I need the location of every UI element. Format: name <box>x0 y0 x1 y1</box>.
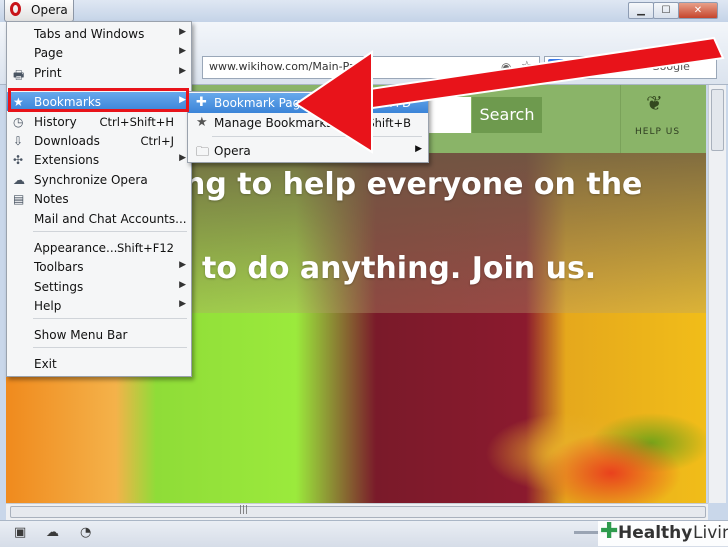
menu-separator <box>33 347 187 348</box>
menu-item-appearance[interactable]: Appearance... Shift+F12 <box>7 238 191 257</box>
rss-icon[interactable]: ◉ <box>501 60 511 74</box>
chevron-right-icon: ▶ <box>179 260 186 270</box>
site-search-button[interactable]: Search <box>472 97 542 133</box>
chevron-right-icon: ▶ <box>179 46 186 56</box>
menu-separator <box>33 318 187 319</box>
horizontal-scroll-thumb[interactable]: ||| <box>10 505 706 518</box>
menu-item-notes[interactable]: ▤ Notes <box>7 189 191 208</box>
chevron-right-icon: ▶ <box>415 144 422 154</box>
vertical-scroll-thumb[interactable] <box>711 89 724 151</box>
header-divider <box>620 85 621 153</box>
chevron-right-icon: ▶ <box>179 280 186 290</box>
sync-cloud-icon[interactable]: ☁ <box>46 525 59 540</box>
watermark: ✚ Healthy Living <box>598 519 728 546</box>
menu-separator <box>212 136 422 137</box>
help-us-link[interactable]: HELP US <box>635 127 680 137</box>
menu-item-downloads[interactable]: ⇩ Downloads Ctrl+J <box>7 131 191 150</box>
google-icon[interactable]: g <box>548 59 564 75</box>
address-bar[interactable]: www.wikihow.com/Main-Page ◉ ☆ <box>202 56 540 79</box>
menu-item-page[interactable]: Page ▶ <box>7 43 191 62</box>
cloud-icon: ☁ <box>13 173 25 187</box>
cross-icon: ✚ <box>600 519 619 544</box>
watermark-brand-2: Living <box>693 523 728 543</box>
highlight-box <box>8 88 189 112</box>
close-button[interactable]: ✕ <box>678 2 718 19</box>
sprout-icon[interactable]: ❦ <box>646 91 663 115</box>
menu-item-help[interactable]: Help ▶ <box>7 296 191 315</box>
menu-item-history[interactable]: ◷ History Ctrl+Shift+H <box>7 112 191 131</box>
menu-item-tabs-and-windows[interactable]: Tabs and Windows ▶ <box>7 24 191 43</box>
note-icon: ▤ <box>13 192 25 206</box>
menu-item-extensions[interactable]: ✣ Extensions ▶ <box>7 150 191 169</box>
menu-item-manage-bookmarks[interactable]: ★ Manage Bookmarks... Ctrl+Shift+B <box>188 113 428 133</box>
menu-item-toolbars[interactable]: Toolbars ▶ <box>7 257 191 276</box>
chevron-right-icon: ▶ <box>179 66 186 76</box>
plus-icon: ✚ <box>196 95 207 110</box>
folder-icon: 🗀 <box>196 145 210 160</box>
star-icon: ★ <box>196 115 208 130</box>
download-icon: ⇩ <box>13 134 24 148</box>
minimize-button[interactable]: ▁ <box>628 2 654 19</box>
menu-item-bookmark-page[interactable]: ✚ Bookmark Page... Ctrl+D <box>188 93 428 113</box>
chevron-right-icon: ▶ <box>179 299 186 309</box>
menu-item-opera-folder[interactable]: 🗀 Opera ▶ <box>188 141 428 161</box>
puzzle-icon: ✣ <box>13 153 24 167</box>
menu-item-synchronize-opera[interactable]: ☁ Synchronize Opera <box>7 170 191 189</box>
opera-menu-label: Opera <box>31 3 68 17</box>
bookmarks-submenu: ✚ Bookmark Page... Ctrl+D ★ Manage Bookm… <box>187 91 429 163</box>
speed-dial-icon[interactable]: ◔ <box>80 525 91 540</box>
address-url: www.wikihow.com/Main-Page <box>209 60 370 73</box>
clock-icon: ◷ <box>13 115 24 129</box>
title-bar <box>0 0 728 23</box>
chevron-right-icon: ▶ <box>179 153 186 163</box>
bookmark-star-icon[interactable]: ☆ <box>521 59 533 74</box>
opera-logo-icon <box>10 2 21 16</box>
maximize-button[interactable]: ☐ <box>653 2 679 19</box>
hero-text-line-1: ng to help everyone on the <box>184 167 643 202</box>
opera-main-menu: Tabs and Windows ▶ Page ▶ 🖶 Print ▶ ★ Bo… <box>6 21 192 377</box>
menu-item-mail-and-chat[interactable]: Mail and Chat Accounts... <box>7 209 191 228</box>
menu-item-settings[interactable]: Settings ▶ <box>7 277 191 296</box>
menu-separator <box>33 231 187 232</box>
panel-toggle-icon[interactable]: ▣ <box>14 525 26 540</box>
menu-item-show-menu-bar[interactable]: Show Menu Bar <box>7 325 191 344</box>
opera-menu-button[interactable]: Opera <box>4 0 74 22</box>
chevron-right-icon: ▶ <box>179 27 186 37</box>
watermark-brand: Healthy <box>618 523 693 543</box>
printer-icon: 🖶 <box>13 68 25 82</box>
menu-item-exit[interactable]: Exit <box>7 354 191 373</box>
vertical-scrollbar[interactable] <box>708 85 726 503</box>
search-placeholder: Search with Google <box>583 60 690 73</box>
hero-text-line-2: to do anything. Join us. <box>202 251 597 286</box>
chevron-down-icon[interactable]: ▼ <box>569 60 576 70</box>
menu-item-print[interactable]: 🖶 Print ▶ <box>7 63 191 82</box>
horizontal-scrollbar[interactable]: ||| <box>6 503 708 520</box>
grip-icon: ||| <box>239 505 249 515</box>
search-field[interactable]: g ▼ Search with Google <box>544 56 717 79</box>
